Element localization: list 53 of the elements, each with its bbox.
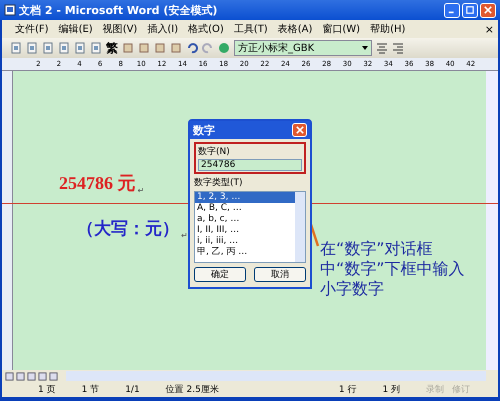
close-button[interactable] xyxy=(292,123,307,137)
paragraph-mark: ↵ xyxy=(138,186,144,195)
menu-item[interactable]: 插入(I) xyxy=(142,22,184,36)
close-button[interactable] xyxy=(480,2,496,18)
dropdown-arrow-icon xyxy=(362,46,368,50)
list-scrollbar[interactable] xyxy=(295,192,305,262)
align-center-icon[interactable] xyxy=(376,42,388,54)
list-item[interactable]: a, b, c, … xyxy=(195,214,295,225)
status-text: 1 列 xyxy=(382,384,400,396)
list-item[interactable]: I, II, III, … xyxy=(195,225,295,236)
undo-icon[interactable] xyxy=(186,42,198,54)
window-title: 文档 2 - Microsoft Word (安全模式) xyxy=(19,2,218,18)
close-icon xyxy=(296,126,304,134)
field-label: 数字(N) xyxy=(198,146,231,158)
annotation-text: 在“数字”对话框中“数字”下框中输入小字数字 xyxy=(320,239,466,299)
minimize-button[interactable] xyxy=(444,2,460,18)
status-text: 修订 xyxy=(452,384,470,396)
document-icon xyxy=(4,4,16,16)
list-item[interactable]: 1, 2, 3, … xyxy=(195,192,295,203)
close-icon xyxy=(484,6,492,14)
amount-text: 254786 元 xyxy=(59,172,136,195)
menu-item[interactable]: 文件(F) xyxy=(10,22,54,36)
vertical-scrollbar[interactable] xyxy=(486,71,498,370)
paragraph-mark: ↵ xyxy=(181,231,188,240)
menu-item[interactable]: 视图(V) xyxy=(98,22,142,36)
status-text: 1/1 xyxy=(125,384,140,394)
menu-item[interactable]: 格式(O) xyxy=(183,22,229,36)
close-document-button[interactable]: × xyxy=(484,22,498,36)
align-right-icon[interactable] xyxy=(392,42,404,54)
list-item[interactable]: i, ii, iii, … xyxy=(195,236,295,247)
dialog-title: 数字 xyxy=(193,122,215,138)
dialog-button[interactable]: 取消 xyxy=(254,267,306,282)
horizontal-scrollbar[interactable] xyxy=(66,371,486,381)
list-label: 数字类型(T) xyxy=(194,176,244,189)
menu-item[interactable]: 帮助(H) xyxy=(365,22,410,36)
menu-item[interactable]: 窗口(W) xyxy=(317,22,366,36)
maximize-button[interactable] xyxy=(462,2,478,18)
status-text: 1 页 xyxy=(38,384,56,396)
uppercase-text: （大写：元） xyxy=(77,218,179,240)
menu-item[interactable]: 编辑(E) xyxy=(54,22,98,36)
list-item[interactable]: A, B, C, … xyxy=(195,203,295,214)
status-text: 位置 2.5厘米 xyxy=(166,384,219,396)
list-item[interactable]: 甲, 乙, 丙 … xyxy=(195,247,295,258)
font-dropdown[interactable]: 方正小标宋_GBK xyxy=(234,40,372,56)
status-text: 1 节 xyxy=(82,384,100,396)
menu-item[interactable]: 表格(A) xyxy=(272,22,318,36)
dialog-button[interactable]: 确定 xyxy=(194,267,246,282)
menu-item[interactable]: 工具(T) xyxy=(228,22,273,36)
status-text: 1 行 xyxy=(338,384,356,396)
number-input[interactable]: 254786 xyxy=(198,159,302,171)
status-text: 录制 xyxy=(426,384,444,396)
maximize-icon xyxy=(466,6,474,14)
traditional-chinese-button[interactable]: 繁 xyxy=(106,40,118,56)
